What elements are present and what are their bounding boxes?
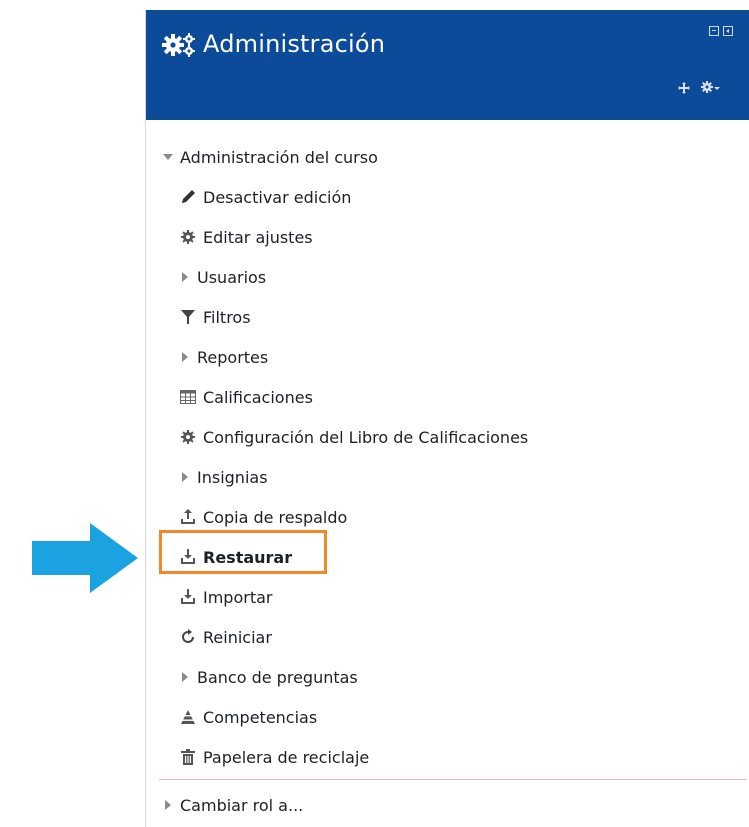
dock-block-button[interactable] — [723, 26, 733, 36]
tree-item-usuarios[interactable]: Usuarios — [180, 262, 266, 292]
item-label: Banco de preguntas — [197, 667, 358, 687]
item-label: Editar ajustes — [203, 227, 313, 247]
block-title: Administración — [203, 30, 386, 58]
download-icon — [180, 589, 196, 605]
tree-item-editar-ajustes[interactable]: Editar ajustes — [180, 222, 313, 252]
divider — [159, 779, 746, 780]
tree-item-reportes[interactable]: Reportes — [180, 342, 268, 372]
item-label: Reportes — [197, 347, 269, 367]
gear-icon — [180, 429, 196, 445]
expand-triangle-icon — [180, 672, 190, 682]
item-label: Filtros — [203, 307, 251, 327]
expand-triangle-icon — [180, 472, 190, 482]
block-header: Administración — [146, 10, 749, 120]
tree-item-papelera[interactable]: Papelera de reciclaje — [180, 742, 369, 772]
tree-item-cambiar-rol[interactable]: Cambiar rol a... — [163, 790, 303, 820]
tree-item-importar[interactable]: Importar — [180, 582, 272, 612]
tree-item-desactivar-edicion[interactable]: Desactivar edición — [180, 182, 351, 212]
item-label: Cambiar rol a... — [180, 795, 304, 815]
tree-item-competencias[interactable]: Competencias — [180, 702, 317, 732]
item-label: Importar — [203, 587, 273, 607]
block-actions-gear-icon[interactable] — [701, 81, 713, 93]
item-label: Competencias — [203, 707, 318, 727]
refresh-icon — [180, 629, 196, 645]
move-icon[interactable] — [678, 82, 690, 94]
item-label: Desactivar edición — [203, 187, 352, 207]
item-label: Papelera de reciclaje — [203, 747, 370, 767]
tree-item-filtros[interactable]: Filtros — [180, 302, 251, 332]
item-label: Copia de respaldo — [203, 507, 348, 527]
item-label: Usuarios — [197, 267, 267, 287]
pencil-icon — [180, 189, 196, 205]
filter-icon — [180, 309, 196, 325]
table-icon — [180, 389, 196, 405]
gear-icon — [180, 229, 196, 245]
hide-block-button[interactable] — [709, 26, 719, 36]
tree-section-course-admin[interactable]: Administración del curso — [163, 142, 378, 172]
tree-item-config-libro[interactable]: Configuración del Libro de Calificacione… — [180, 422, 528, 452]
pyramid-icon — [180, 709, 196, 725]
tree-item-calificaciones[interactable]: Calificaciones — [180, 382, 313, 412]
item-label: Calificaciones — [203, 387, 313, 407]
section-label: Administración del curso — [180, 147, 378, 167]
tree-item-insignias[interactable]: Insignias — [180, 462, 268, 492]
expand-triangle-icon — [180, 352, 190, 362]
gears-icon — [162, 33, 195, 57]
item-label: Configuración del Libro de Calificacione… — [203, 427, 529, 447]
highlight-box — [159, 530, 327, 574]
item-label: Reiniciar — [203, 627, 272, 647]
collapse-triangle-icon — [163, 154, 173, 160]
expand-triangle-icon — [163, 800, 173, 810]
chevron-down-icon — [714, 87, 720, 90]
tree-item-reiniciar[interactable]: Reiniciar — [180, 622, 272, 652]
upload-icon — [180, 509, 196, 525]
trash-icon — [180, 749, 196, 765]
pointer-arrow-icon — [32, 523, 138, 593]
tree-item-banco-preguntas[interactable]: Banco de preguntas — [180, 662, 358, 692]
item-label: Insignias — [197, 467, 268, 487]
tree-item-copia-respaldo[interactable]: Copia de respaldo — [180, 502, 347, 532]
expand-triangle-icon — [180, 272, 190, 282]
